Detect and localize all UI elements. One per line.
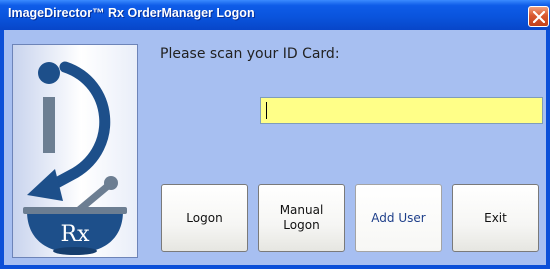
imagedirector-logo-icon: Rx — [23, 61, 127, 255]
text-caret — [266, 102, 267, 119]
window-title: ImageDirector™ Rx OrderManager Logon — [8, 6, 255, 20]
window-client-area: Rx Please scan your ID Card: Logon Manua… — [4, 30, 546, 265]
logon-button-label: Logon — [186, 210, 223, 225]
title-bar[interactable]: ImageDirector™ Rx OrderManager Logon — [0, 0, 550, 30]
close-icon — [533, 11, 545, 23]
exit-button[interactable]: Exit — [452, 184, 539, 252]
logo-panel: Rx — [12, 44, 138, 258]
logon-window: ImageDirector™ Rx OrderManager Logon Rx … — [0, 0, 550, 269]
manual-logon-label-line1: Manual — [279, 203, 324, 217]
scan-prompt: Please scan your ID Card: — [160, 46, 340, 62]
manual-logon-label-line2: Logon — [283, 218, 320, 232]
id-card-input[interactable] — [260, 97, 543, 124]
exit-button-label: Exit — [484, 210, 507, 225]
mortar-label: Rx — [61, 222, 91, 247]
add-user-button[interactable]: Add User — [355, 184, 442, 252]
close-button[interactable] — [528, 6, 549, 27]
logon-button[interactable]: Logon — [161, 184, 248, 252]
add-user-button-label: Add User — [371, 210, 426, 225]
manual-logon-button[interactable]: Manual Logon — [258, 184, 345, 252]
